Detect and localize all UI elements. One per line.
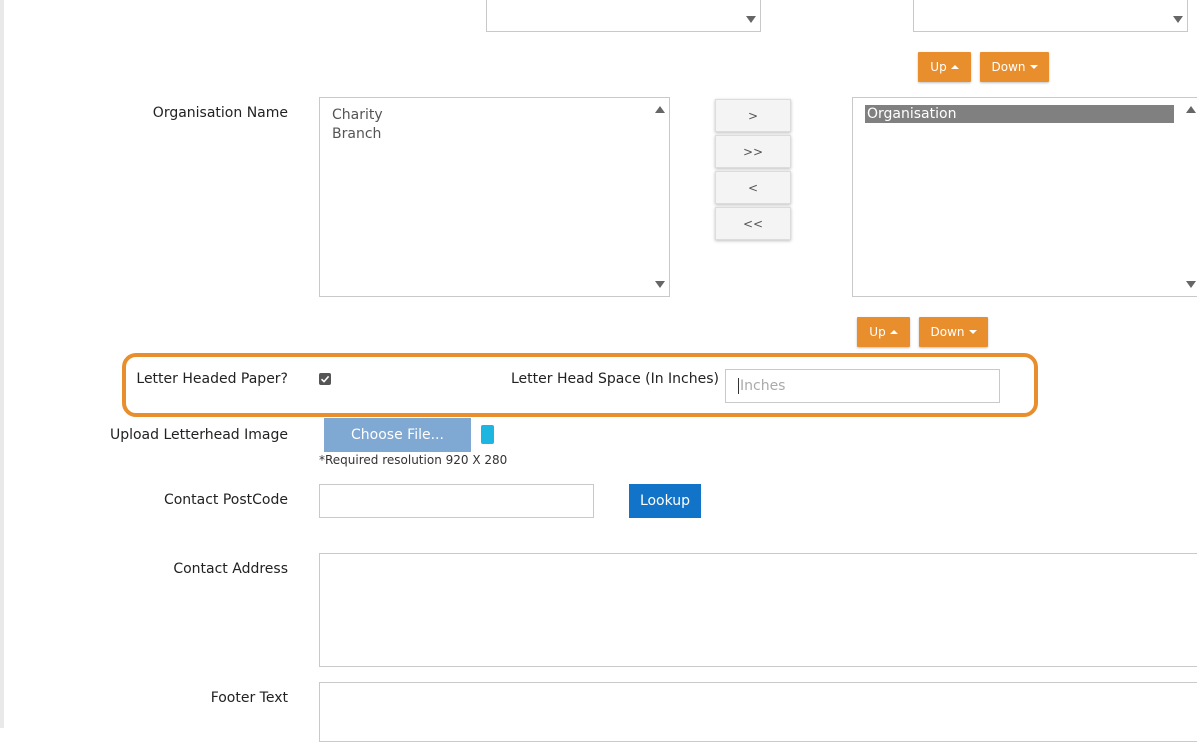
top-selected-list[interactable] xyxy=(913,0,1188,32)
organisation-name-label: Organisation Name xyxy=(152,105,288,121)
contact-address-label: Contact Address xyxy=(173,561,288,577)
upload-resolution-hint: *Required resolution 920 X 280 xyxy=(319,453,508,467)
lookup-button[interactable]: Lookup xyxy=(629,484,701,518)
file-status-indicator xyxy=(481,425,494,444)
contact-postcode-label: Contact PostCode xyxy=(163,492,288,508)
letter-headed-paper-label: Letter Headed Paper? xyxy=(136,371,288,387)
scroll-down-icon[interactable] xyxy=(1173,16,1183,23)
add-selected-button[interactable]: > xyxy=(715,99,791,132)
caret-down-icon xyxy=(968,330,977,334)
organisation-selected-list[interactable]: Organisation xyxy=(852,97,1197,297)
up-button-label: Up xyxy=(869,325,886,339)
top-available-list[interactable] xyxy=(486,0,761,32)
caret-up-icon xyxy=(950,65,959,69)
scroll-down-icon[interactable] xyxy=(746,16,756,23)
letter-headed-paper-checkbox[interactable] xyxy=(319,373,331,385)
contact-postcode-input[interactable] xyxy=(319,484,594,518)
footer-text-textarea[interactable] xyxy=(319,682,1197,742)
organisation-down-button[interactable]: Down xyxy=(919,317,988,347)
scroll-up-icon[interactable] xyxy=(655,106,665,113)
scroll-down-icon[interactable] xyxy=(655,281,665,288)
remove-selected-button[interactable]: < xyxy=(715,171,791,204)
check-icon xyxy=(320,375,330,383)
list-item-charity[interactable]: Charity xyxy=(320,106,669,125)
scroll-up-icon[interactable] xyxy=(1186,106,1196,113)
footer-text-label: Footer Text xyxy=(210,690,288,706)
down-button-label: Down xyxy=(991,60,1026,74)
choose-file-button[interactable]: Choose File... xyxy=(324,418,471,452)
caret-down-icon xyxy=(1029,65,1038,69)
upload-letterhead-label: Upload Letterhead Image xyxy=(109,427,288,443)
caret-up-icon xyxy=(889,330,898,334)
list-item-branch[interactable]: Branch xyxy=(320,125,669,144)
list-item-organisation-selected[interactable]: Organisation xyxy=(865,105,1174,123)
add-all-button[interactable]: >> xyxy=(715,135,791,168)
contact-address-textarea[interactable] xyxy=(319,553,1197,667)
up-button-label: Up xyxy=(930,60,947,74)
top-down-button[interactable]: Down xyxy=(980,52,1049,82)
organisation-available-list[interactable]: Charity Branch xyxy=(319,97,670,297)
scroll-down-icon[interactable] xyxy=(1186,281,1196,288)
down-button-label: Down xyxy=(930,325,965,339)
text-cursor xyxy=(738,378,739,394)
organisation-up-button[interactable]: Up xyxy=(857,317,910,347)
remove-all-button[interactable]: << xyxy=(715,207,791,240)
letter-head-space-placeholder: Inches xyxy=(740,378,786,394)
letter-head-space-label: Letter Head Space (In Inches) xyxy=(511,371,719,387)
page-left-edge xyxy=(0,0,4,728)
letter-head-space-input[interactable]: Inches xyxy=(725,369,1000,403)
top-up-button[interactable]: Up xyxy=(918,52,971,82)
